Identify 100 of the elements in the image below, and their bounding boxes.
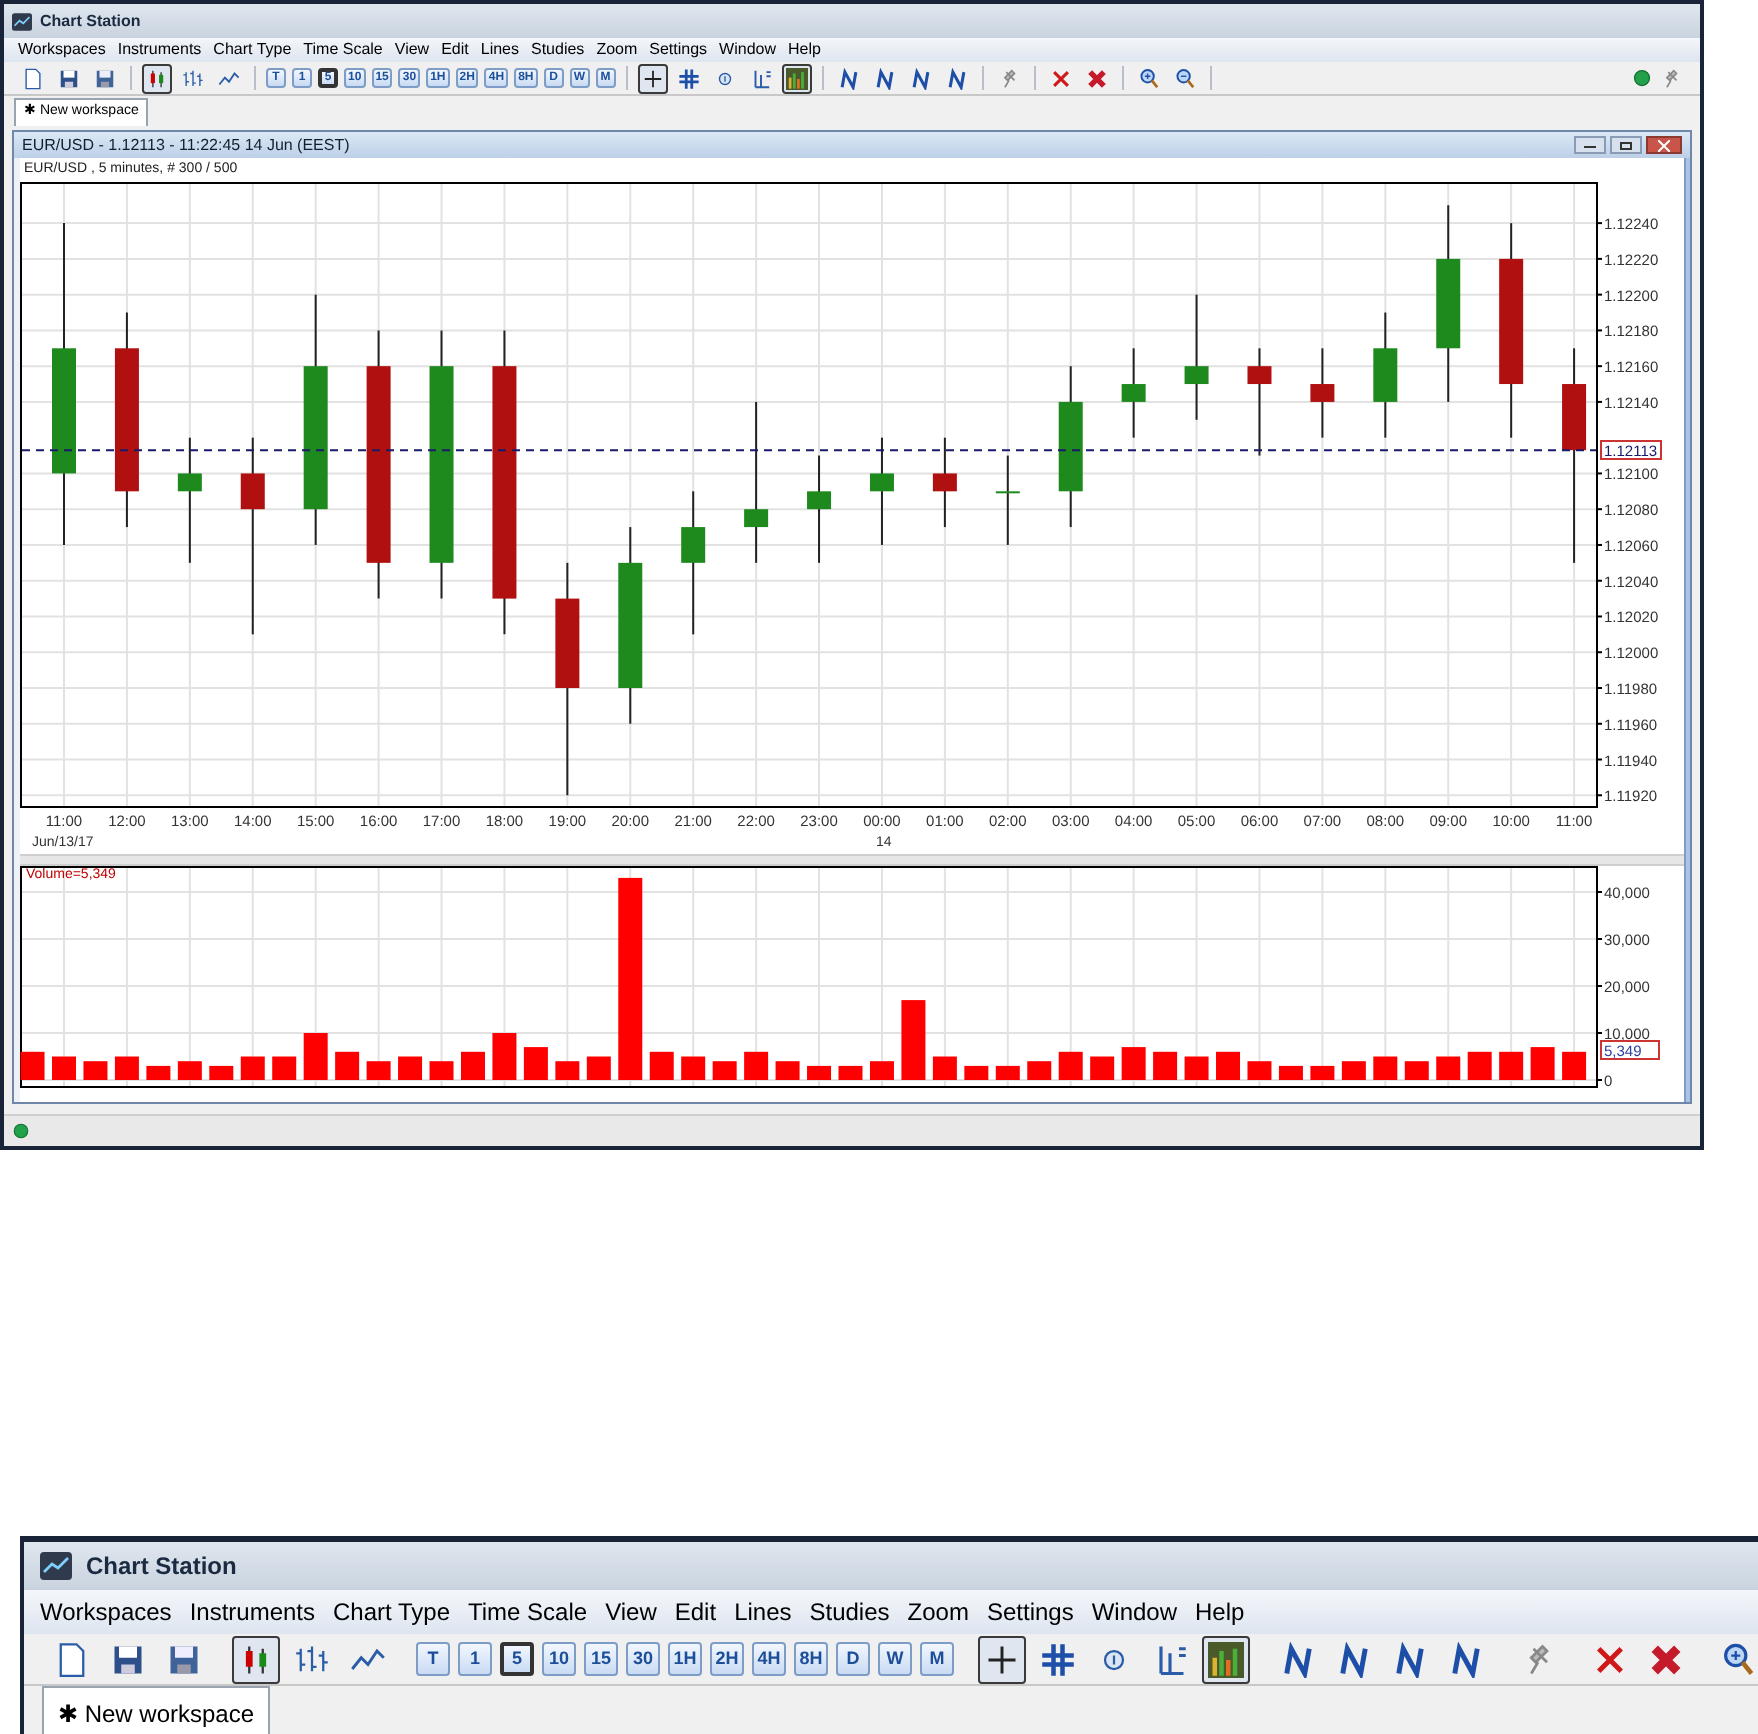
volume-button[interactable] (781, 63, 812, 93)
timeframe-button[interactable]: 5 (500, 1642, 534, 1676)
volume-bar (114, 1056, 139, 1080)
trend-lines-icon (1448, 1641, 1484, 1677)
menu-item[interactable]: Window (719, 38, 776, 62)
crosshair-icon (641, 67, 664, 89)
volume-bar (869, 1061, 894, 1080)
volume-bar (1216, 1051, 1240, 1080)
menu-item[interactable]: Studies (531, 38, 585, 62)
menu-item[interactable]: Instruments (117, 38, 202, 62)
candlestick-button[interactable] (142, 63, 172, 93)
delete-all-icon (1648, 1641, 1684, 1677)
menu-item[interactable]: Settings (649, 38, 708, 62)
timeframe-button[interactable]: D (836, 1642, 870, 1676)
volume-bar (744, 1051, 769, 1080)
timeframe-button[interactable]: T (416, 1642, 450, 1676)
menu-item[interactable]: Time Scale (468, 1594, 588, 1630)
menu-item[interactable]: View (394, 38, 430, 62)
timeframe-button[interactable]: 2H (710, 1642, 744, 1676)
menu-item[interactable]: Window (1091, 1594, 1178, 1630)
volume-bar (1341, 1061, 1366, 1080)
volume-bar (240, 1056, 265, 1080)
document-icon (54, 1641, 90, 1677)
menu-item[interactable]: Settings (986, 1594, 1074, 1630)
volume-bar (1404, 1061, 1429, 1080)
menu-item[interactable]: Lines (734, 1594, 792, 1630)
app-icon (12, 11, 32, 31)
volume-bar (586, 1056, 611, 1080)
bar-chart-icon (294, 1641, 330, 1677)
candlestick (1184, 293, 1209, 421)
info-icon (713, 67, 736, 89)
volume-bar (1247, 1061, 1272, 1080)
menu-item[interactable]: Workspaces (18, 38, 106, 62)
menu-item[interactable]: Edit (674, 1594, 717, 1630)
zoom-out-icon (1173, 67, 1196, 89)
timeframe-button[interactable]: 8H (794, 1642, 828, 1676)
volume-icon (785, 67, 808, 89)
close-icon (1658, 139, 1670, 151)
candlestick (932, 436, 957, 529)
trend-lines-icon (1392, 1641, 1428, 1677)
delete-all-icon (1085, 67, 1108, 89)
timeframe-button[interactable]: 10 (542, 1642, 576, 1676)
menu-item[interactable]: Instruments (189, 1594, 316, 1630)
timeframe-button[interactable]: 1H (668, 1642, 702, 1676)
menu-item[interactable]: Zoom (596, 38, 638, 62)
menu-item[interactable]: Studies (809, 1594, 890, 1630)
candlestick-button[interactable] (232, 1635, 280, 1683)
volume-bar (712, 1061, 737, 1080)
price-levels-icon (749, 67, 772, 89)
trend-lines-icon (1280, 1641, 1316, 1677)
volume-button[interactable] (1202, 1635, 1250, 1683)
maximize-button[interactable] (1610, 136, 1642, 154)
volume-bar (932, 1056, 957, 1080)
window-title: Chart Station (86, 1550, 237, 1584)
volume-bar (366, 1061, 391, 1080)
close-button[interactable] (1646, 136, 1682, 154)
menu-item[interactable]: Chart Type (333, 1594, 450, 1630)
volume-bar (775, 1061, 800, 1080)
timeframe-button[interactable]: M (920, 1642, 954, 1676)
timeframe-button[interactable]: 1 (458, 1642, 492, 1676)
volume-bar (1090, 1056, 1115, 1080)
candlestick (869, 436, 894, 546)
menu-item[interactable]: Workspaces (40, 1594, 172, 1630)
window-title: Chart Station (40, 9, 141, 33)
candlestick (1247, 347, 1272, 457)
grid-button[interactable] (673, 63, 704, 93)
menu-item[interactable]: Time Scale (303, 38, 383, 62)
app-icon (40, 1550, 72, 1582)
timeframe-button[interactable]: 4H (752, 1642, 786, 1676)
menu-item[interactable]: Zoom (907, 1594, 969, 1630)
workspace-tab[interactable]: ✱ New workspace (42, 1686, 271, 1734)
volume-bar (555, 1061, 580, 1080)
volume-bar (1499, 1051, 1524, 1080)
timeframe-button[interactable]: 15 (584, 1642, 618, 1676)
candlestick (177, 436, 202, 564)
menu-item[interactable]: Edit (441, 38, 469, 62)
trend-lines-icon (945, 67, 968, 89)
status-dot-icon (1632, 68, 1652, 88)
menu-item[interactable]: Chart Type (213, 38, 292, 62)
volume-bar (1436, 1056, 1461, 1080)
timeframe-button[interactable]: 30 (626, 1642, 660, 1676)
crosshair-button[interactable] (637, 63, 668, 93)
candlestick-icon (146, 67, 168, 89)
delete-icon (1592, 1641, 1628, 1677)
minimize-button[interactable] (1574, 136, 1606, 154)
line-chart-icon (218, 67, 240, 89)
chart-window-title: EUR/USD - 1.12113 - 11:22:45 14 Jun (EEST) (22, 133, 350, 157)
menu-item[interactable]: Help (1195, 1594, 1245, 1630)
menu-item[interactable]: View (605, 1594, 657, 1630)
volume-bar (681, 1056, 706, 1080)
menu-item[interactable]: Help (788, 38, 821, 62)
volume-bar (1373, 1056, 1398, 1080)
menu-item[interactable]: Lines (480, 38, 519, 62)
crosshair-button[interactable] (978, 1635, 1026, 1683)
candlestick (995, 454, 1020, 546)
candlestick (1373, 311, 1398, 439)
zoom-in-icon (1720, 1641, 1756, 1677)
document-icon (22, 67, 44, 89)
timeframe-button[interactable]: W (878, 1642, 912, 1676)
volume-bar (1184, 1056, 1209, 1080)
